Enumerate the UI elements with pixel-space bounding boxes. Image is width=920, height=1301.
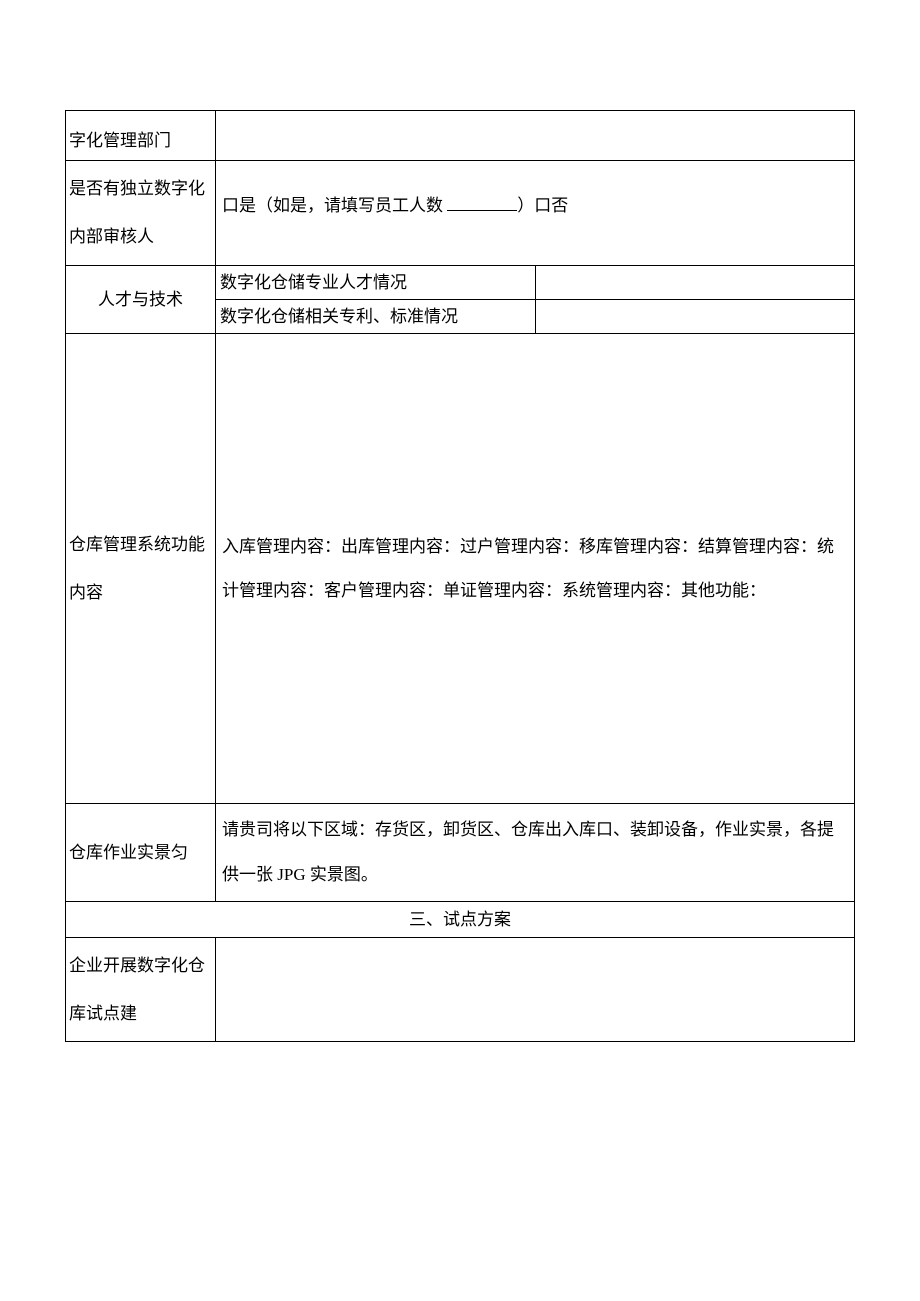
value-warehouse-photos-text: 请贵司将以下区域：存货区，卸货区、仓库出入库口、装卸设备，作业实景，各提供一张 … xyxy=(222,820,834,883)
label-management-dept-text: 字化管理部门 xyxy=(69,131,171,150)
row-talent-tech-1: 人才与技术 数字化仓储专业人才情况 xyxy=(66,266,855,300)
label-independent-auditor-text: 是否有独立数字化内部审核人 xyxy=(69,179,205,246)
sublabel-talent-status-text: 数字化仓储专业人才情况 xyxy=(220,273,407,292)
sublabel-patent-status: 数字化仓储相关专利、标准情况 xyxy=(216,300,536,334)
value-independent-auditor: 口是（如是，请填写员工人数 ）口否 xyxy=(216,161,855,266)
section-3-title: 三、试点方案 xyxy=(66,901,855,937)
value-wms-functions: 入库管理内容：出库管理内容：过户管理内容：移库管理内容：结算管理内容：统计管理内… xyxy=(216,334,855,804)
label-warehouse-photos: 仓库作业实景匀 xyxy=(66,804,216,901)
label-warehouse-photos-text: 仓库作业实景匀 xyxy=(69,843,188,862)
value-talent-status xyxy=(535,266,855,300)
label-pilot-plan: 企业开展数字化仓库试点建 xyxy=(66,937,216,1041)
label-independent-auditor: 是否有独立数字化内部审核人 xyxy=(66,161,216,266)
row-section-3-header: 三、试点方案 xyxy=(66,901,855,937)
value-management-dept xyxy=(216,111,855,161)
sublabel-talent-status: 数字化仓储专业人才情况 xyxy=(216,266,536,300)
label-management-dept: 字化管理部门 xyxy=(66,111,216,161)
label-talent-tech-text: 人才与技术 xyxy=(98,290,183,309)
row-management-dept: 字化管理部门 xyxy=(66,111,855,161)
row-warehouse-photos: 仓库作业实景匀 请贵司将以下区域：存货区，卸货区、仓库出入库口、装卸设备，作业实… xyxy=(66,804,855,901)
value-pilot-plan xyxy=(216,937,855,1041)
value-warehouse-photos: 请贵司将以下区域：存货区，卸货区、仓库出入库口、装卸设备，作业实景，各提供一张 … xyxy=(216,804,855,901)
sublabel-patent-status-text: 数字化仓储相关专利、标准情况 xyxy=(220,307,458,326)
value-wms-functions-text: 入库管理内容：出库管理内容：过户管理内容：移库管理内容：结算管理内容：统计管理内… xyxy=(222,537,834,600)
employee-count-blank[interactable] xyxy=(447,194,517,211)
section-3-title-text: 三、试点方案 xyxy=(409,910,511,929)
label-wms-functions: 仓库管理系统功能内容 xyxy=(66,334,216,804)
row-wms-functions: 仓库管理系统功能内容 入库管理内容：出库管理内容：过户管理内容：移库管理内容：结… xyxy=(66,334,855,804)
value-patent-status xyxy=(535,300,855,334)
label-talent-tech: 人才与技术 xyxy=(66,266,216,334)
row-pilot-plan: 企业开展数字化仓库试点建 xyxy=(66,937,855,1041)
row-independent-auditor: 是否有独立数字化内部审核人 口是（如是，请填写员工人数 ）口否 xyxy=(66,161,855,266)
option-yes-suffix: ）口否 xyxy=(517,196,568,215)
label-wms-functions-text: 仓库管理系统功能内容 xyxy=(69,535,205,602)
form-table: 字化管理部门 是否有独立数字化内部审核人 口是（如是，请填写员工人数 ）口否 人… xyxy=(65,110,855,1042)
option-yes-prefix: 口是（如是，请填写员工人数 xyxy=(222,196,447,215)
label-pilot-plan-text: 企业开展数字化仓库试点建 xyxy=(69,956,205,1023)
